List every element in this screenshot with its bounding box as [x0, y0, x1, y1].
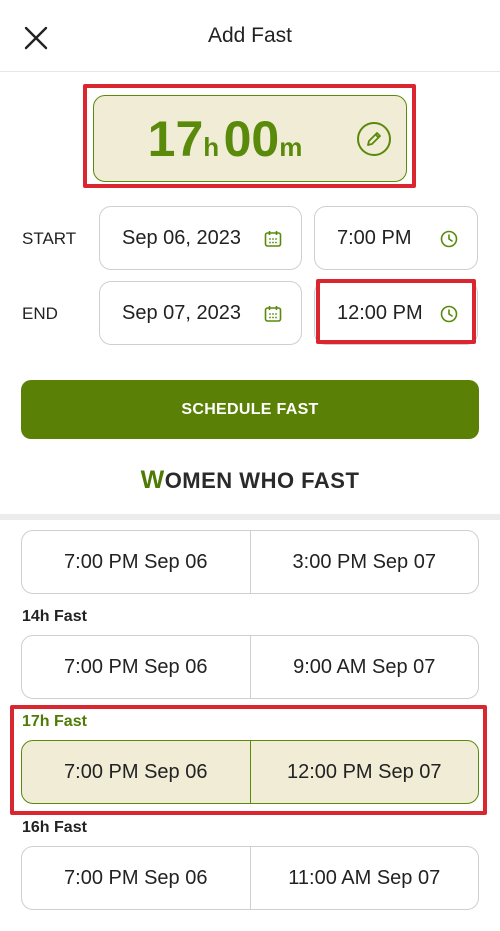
women-who-fast-logo: WOMEN WHO FAST	[0, 466, 500, 495]
start-time-field[interactable]: 7:00 PM	[314, 206, 478, 270]
duration-hours-unit: h	[203, 132, 220, 162]
fast-option-end: 12:00 PM Sep 07	[249, 741, 479, 803]
duration-minutes: 00	[223, 111, 280, 167]
fast-option-label: 14h Fast	[22, 608, 87, 625]
header: Add Fast	[0, 0, 500, 72]
start-date-field[interactable]: Sep 06, 2023	[99, 206, 302, 270]
fast-option-start: 7:00 PM Sep 06	[64, 760, 208, 783]
clock-icon	[440, 230, 458, 248]
duration-value: 17h 00m	[94, 110, 356, 168]
fast-option-end: 9:00 AM Sep 07	[249, 636, 479, 698]
calendar-icon	[264, 306, 282, 322]
fast-option-selected[interactable]: 7:00 PM Sep 06 12:00 PM Sep 07	[21, 740, 479, 804]
fast-option-start: 7:00 PM Sep 06	[64, 550, 208, 573]
end-date-value: Sep 07, 2023	[122, 302, 241, 324]
end-label: END	[22, 304, 58, 323]
start-date-value: Sep 06, 2023	[122, 227, 241, 249]
page-title: Add Fast	[207, 24, 293, 47]
edit-icon[interactable]	[356, 121, 392, 157]
fast-option-start: 7:00 PM Sep 06	[64, 655, 208, 678]
schedule-fast-button[interactable]: SCHEDULE FAST	[21, 380, 479, 439]
fast-option-label: 17h Fast	[22, 713, 87, 730]
fast-option-end: 11:00 AM Sep 07	[249, 847, 479, 909]
fast-option-start: 7:00 PM Sep 06	[64, 866, 208, 889]
section-divider	[0, 514, 500, 520]
duration-hours: 17	[147, 111, 204, 167]
logo-rest: OMEN WHO FAST	[164, 468, 360, 493]
start-time-value: 7:00 PM	[337, 227, 412, 249]
start-label: START	[22, 229, 77, 248]
end-date-field[interactable]: Sep 07, 2023	[99, 281, 302, 345]
fast-option[interactable]: 7:00 PM Sep 06 3:00 PM Sep 07	[21, 530, 479, 594]
fast-option[interactable]: 7:00 PM Sep 06 11:00 AM Sep 07	[21, 846, 479, 910]
fast-option-end: 3:00 PM Sep 07	[249, 531, 479, 593]
calendar-icon	[264, 231, 282, 247]
end-time-highlight	[316, 279, 476, 344]
logo-first-letter: W	[140, 466, 165, 494]
fast-option-label: 16h Fast	[22, 819, 87, 836]
fast-option[interactable]: 7:00 PM Sep 06 9:00 AM Sep 07	[21, 635, 479, 699]
duration-minutes-unit: m	[279, 132, 303, 162]
duration-display[interactable]: 17h 00m	[93, 95, 407, 182]
